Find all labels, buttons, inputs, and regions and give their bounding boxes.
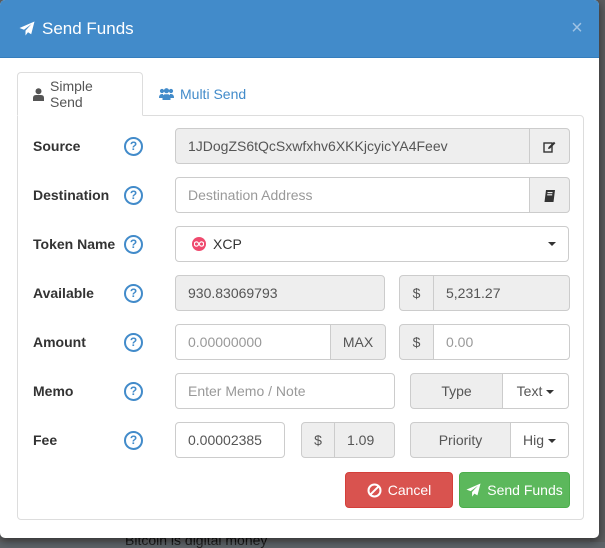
token-name-label: Token Name	[33, 236, 116, 252]
available-label: Available	[33, 285, 94, 301]
fee-usd-field: 1.09	[334, 422, 395, 458]
help-icon[interactable]: ?	[124, 235, 143, 254]
priority-value: Hig	[522, 432, 544, 448]
ban-icon	[367, 483, 382, 498]
destination-row: Destination ? Destination Address	[18, 177, 585, 213]
simple-send-panel: Source ? 1JDogZS6tQcSxwfxhv6XKKjcyicYA4F…	[17, 115, 584, 520]
modal-body: Simple Send Multi Send Source ? 1JDogZS6…	[17, 72, 584, 520]
close-button[interactable]: ×	[569, 17, 585, 39]
token-name-value: XCP	[213, 236, 242, 252]
send-funds-label: Send Funds	[487, 482, 563, 498]
help-icon[interactable]: ?	[124, 137, 143, 156]
edit-source-button[interactable]	[529, 128, 570, 164]
chevron-down-icon	[548, 439, 556, 444]
edit-icon	[543, 142, 556, 153]
tab-simple-send-label: Simple Send	[50, 78, 93, 110]
priority-addon: Priority	[410, 422, 511, 458]
help-icon[interactable]: ?	[124, 431, 143, 450]
source-row: Source ? 1JDogZS6tQcSxwfxhv6XKKjcyicYA4F…	[18, 128, 585, 164]
user-icon	[33, 87, 44, 101]
cancel-button[interactable]: Cancel	[345, 472, 453, 508]
available-usd-field: 5,231.27	[433, 275, 570, 311]
source-field[interactable]: 1JDogZS6tQcSxwfxhv6XKKjcyicYA4Feev	[175, 128, 530, 164]
send-funds-modal: Send Funds × Simple Send Multi Send Sour…	[0, 0, 599, 538]
memo-row: Memo ? Enter Memo / Note Type Text	[18, 373, 585, 409]
amount-label: Amount	[33, 334, 86, 350]
address-book-icon	[544, 190, 555, 203]
amount-input[interactable]: 0.00000000	[175, 324, 331, 360]
usd-addon: $	[399, 324, 434, 360]
users-icon	[159, 87, 174, 100]
source-label: Source	[33, 138, 81, 154]
available-field: 930.83069793	[175, 275, 385, 311]
paper-plane-icon	[466, 482, 481, 498]
modal-header: Send Funds ×	[0, 0, 599, 58]
address-book-button[interactable]	[529, 177, 570, 213]
modal-title: Send Funds	[19, 18, 134, 40]
memo-label: Memo	[33, 383, 74, 399]
memo-type-value: Text	[516, 383, 543, 399]
max-button[interactable]: MAX	[330, 324, 386, 360]
send-funds-button[interactable]: Send Funds	[459, 472, 570, 508]
priority-dropdown[interactable]: Hig	[510, 422, 569, 458]
amount-row: Amount ? 0.00000000 MAX $ 0.00	[18, 324, 585, 360]
usd-addon: $	[301, 422, 335, 458]
modal-title-text: Send Funds	[42, 19, 134, 38]
help-icon[interactable]: ?	[124, 284, 143, 303]
chevron-down-icon	[546, 390, 555, 395]
chevron-down-icon	[548, 242, 556, 246]
cancel-label: Cancel	[387, 482, 432, 498]
fee-row: Fee ? 0.00002385 $ 1.09 Priority Hig	[18, 422, 585, 458]
help-icon[interactable]: ?	[124, 382, 143, 401]
tab-simple-send[interactable]: Simple Send	[17, 72, 143, 116]
help-icon[interactable]: ?	[124, 333, 143, 352]
tab-multi-send[interactable]: Multi Send	[144, 72, 261, 115]
fee-input[interactable]: 0.00002385	[175, 422, 285, 458]
token-row: Token Name ? XCP	[18, 226, 585, 262]
amount-usd-input[interactable]: 0.00	[433, 324, 570, 360]
memo-type-addon: Type	[410, 373, 503, 409]
help-icon[interactable]: ?	[124, 186, 143, 205]
usd-addon: $	[399, 275, 434, 311]
actions-row: Cancel Send Funds	[18, 472, 585, 508]
tab-multi-send-label: Multi Send	[180, 85, 247, 102]
destination-input[interactable]: Destination Address	[175, 177, 530, 213]
available-row: Available ? 930.83069793 $ 5,231.27	[18, 275, 585, 311]
memo-type-dropdown[interactable]: Text	[502, 373, 569, 409]
fee-label: Fee	[33, 432, 58, 448]
memo-input[interactable]: Enter Memo / Note	[175, 373, 395, 409]
destination-label: Destination	[33, 187, 110, 203]
send-tabs: Simple Send Multi Send	[17, 72, 584, 116]
token-select[interactable]: XCP	[175, 226, 569, 262]
paper-plane-icon	[19, 21, 35, 37]
xcp-logo-icon	[192, 237, 206, 251]
